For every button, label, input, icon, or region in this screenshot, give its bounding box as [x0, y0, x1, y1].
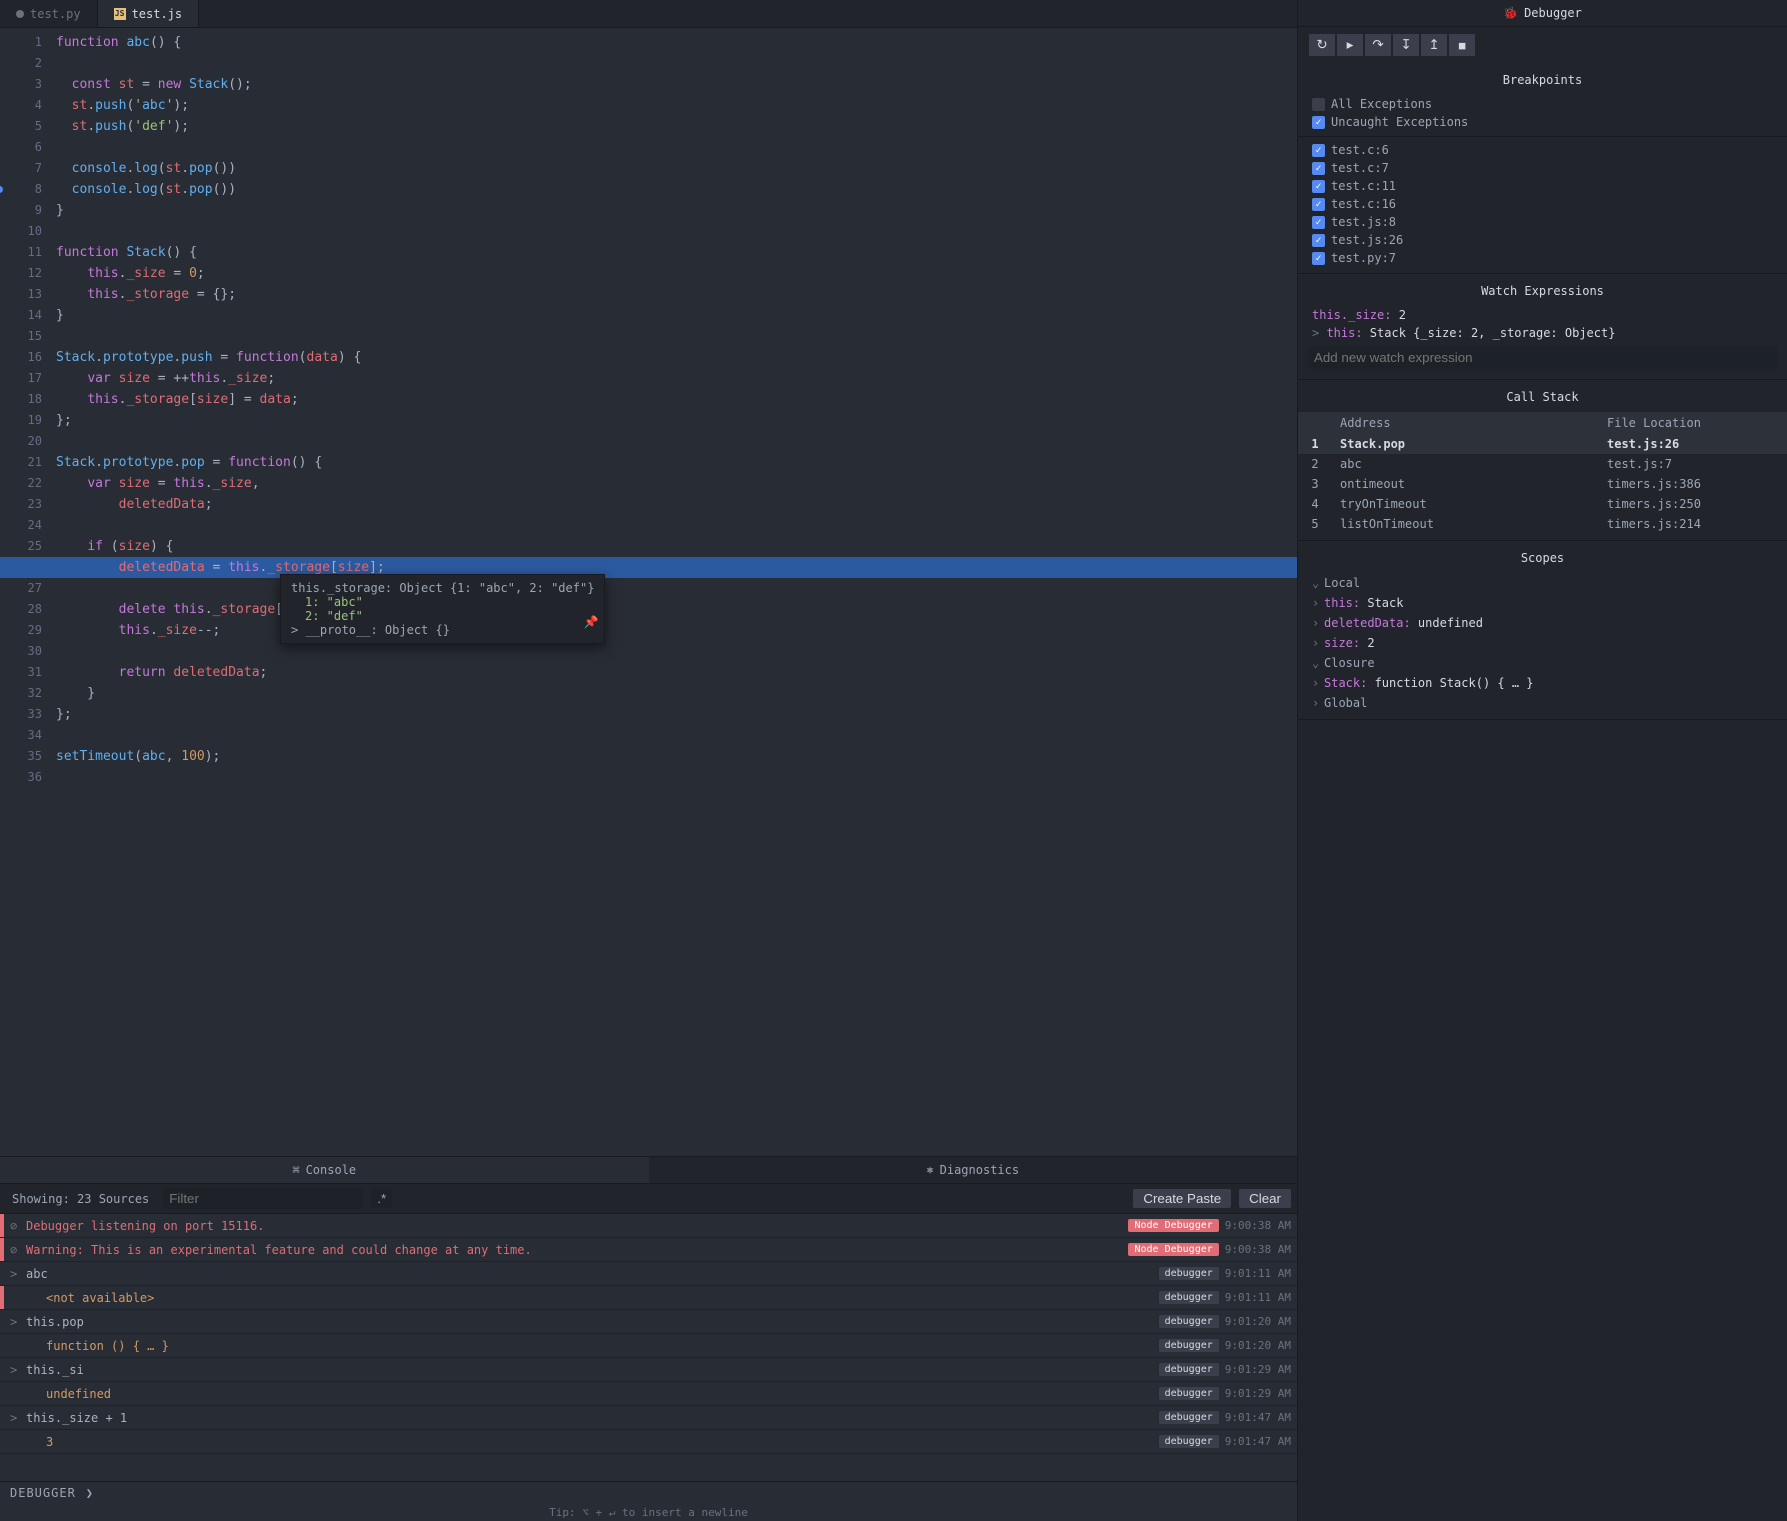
console-output[interactable]: ⊘Debugger listening on port 15116.Node D… [0, 1214, 1297, 1481]
chevron-right-icon: ❯ [86, 1486, 94, 1500]
callstack-row[interactable]: 5listOnTimeouttimers.js:214 [1298, 514, 1787, 534]
editor-tabs: test.py JS test.js [0, 0, 1297, 28]
tab-label: test.js [132, 7, 183, 21]
console-row: ⊘Debugger listening on port 15116.Node D… [0, 1214, 1297, 1238]
tab-console[interactable]: ⌘Console [0, 1157, 649, 1184]
checkbox-icon: ✓ [1312, 116, 1325, 129]
tab-test-js[interactable]: JS test.js [98, 0, 200, 27]
sources-label: Showing: 23 Sources [6, 1190, 155, 1208]
breakpoint-item[interactable]: ✓test.c:6 [1298, 141, 1787, 159]
checkbox-icon: ✓ [1312, 234, 1325, 247]
console-row: <not available>debugger9:01:11 AM [0, 1286, 1297, 1310]
watch-title: Watch Expressions [1298, 280, 1787, 306]
breakpoints-title: Breakpoints [1298, 69, 1787, 95]
watch-item[interactable]: > this: Stack {_size: 2, _storage: Objec… [1298, 324, 1787, 342]
js-icon: JS [114, 8, 126, 20]
breakpoint-item[interactable]: ✓test.c:11 [1298, 177, 1787, 195]
watch-input[interactable] [1308, 346, 1777, 369]
hover-line: 2: "def" [291, 609, 594, 623]
checkbox-icon: ✓ [1312, 144, 1325, 157]
scopes-title: Scopes [1298, 547, 1787, 573]
hover-line: > __proto__: Object {} [291, 623, 594, 637]
debugger-title: 🐞Debugger [1298, 0, 1787, 27]
tab-diagnostics[interactable]: ⎈Diagnostics [649, 1157, 1298, 1184]
create-paste-button[interactable]: Create Paste [1133, 1189, 1231, 1208]
restart-button[interactable]: ↻ [1308, 33, 1336, 57]
console-row: >this._sidebugger9:01:29 AM [0, 1358, 1297, 1382]
checkbox-icon: ✓ [1312, 180, 1325, 193]
scope-closure[interactable]: ⌄Closure [1298, 653, 1787, 673]
checkbox-icon: ✓ [1312, 198, 1325, 211]
console-row: function () { … }debugger9:01:20 AM [0, 1334, 1297, 1358]
code-area[interactable]: function abc() { const st = new Stack();… [50, 28, 1297, 1156]
debug-controls: ↻ ▸ ↷ ↧ ↥ ■ [1298, 27, 1787, 63]
code-editor[interactable]: 1234567891011121314151617181920212223242… [0, 28, 1297, 1156]
continue-button[interactable]: ▸ [1336, 33, 1364, 57]
console-row: >this._size + 1debugger9:01:47 AM [0, 1406, 1297, 1430]
stop-button[interactable]: ■ [1448, 33, 1476, 57]
clear-button[interactable]: Clear [1239, 1189, 1291, 1208]
callstack-title: Call Stack [1298, 386, 1787, 412]
tab-test-py[interactable]: test.py [0, 0, 98, 27]
tip-text: Tip: ⌥ + ↵ to insert a newline [0, 1504, 1297, 1521]
console-row: ⊘Warning: This is an experimental featur… [0, 1238, 1297, 1262]
checkbox-icon: ✓ [1312, 216, 1325, 229]
step-into-button[interactable]: ↧ [1392, 33, 1420, 57]
callstack-row[interactable]: 1Stack.poptest.js:26 [1298, 434, 1787, 454]
callstack-row[interactable]: 3ontimeouttimers.js:386 [1298, 474, 1787, 494]
checkbox-icon [1312, 98, 1325, 111]
bottom-panel: ⌘Console ⎈Diagnostics Showing: 23 Source… [0, 1156, 1297, 1521]
bug-icon: 🐞 [1503, 6, 1518, 20]
breakpoint-item[interactable]: ✓test.c:16 [1298, 195, 1787, 213]
all-exceptions-checkbox[interactable]: All Exceptions [1298, 95, 1787, 113]
callstack-row[interactable]: 2abctest.js:7 [1298, 454, 1787, 474]
pin-icon[interactable]: 📌 [583, 615, 598, 629]
breakpoint-item[interactable]: ✓test.js:26 [1298, 231, 1787, 249]
console-row: undefineddebugger9:01:29 AM [0, 1382, 1297, 1406]
debugger-panel: 🐞Debugger ↻ ▸ ↷ ↧ ↥ ■ Breakpoints All Ex… [1297, 0, 1787, 1521]
scope-var[interactable]: ›size: 2 [1298, 633, 1787, 653]
console-row: 3debugger9:01:47 AM [0, 1430, 1297, 1454]
step-out-button[interactable]: ↥ [1420, 33, 1448, 57]
tab-label: test.py [30, 7, 81, 21]
callstack-header: AddressFile Location [1298, 412, 1787, 434]
debugger-input-row[interactable]: DEBUGGER ❯ [0, 1481, 1297, 1504]
checkbox-icon: ✓ [1312, 162, 1325, 175]
scope-local[interactable]: ⌄Local [1298, 573, 1787, 593]
debugger-label: DEBUGGER [10, 1486, 76, 1500]
hover-tooltip: this._storage: Object {1: "abc", 2: "def… [280, 574, 605, 644]
regex-toggle[interactable]: .* [371, 1189, 392, 1208]
breakpoint-item[interactable]: ✓test.js:8 [1298, 213, 1787, 231]
checkbox-icon: ✓ [1312, 252, 1325, 265]
filter-input[interactable] [163, 1188, 363, 1209]
breakpoint-item[interactable]: ✓test.py:7 [1298, 249, 1787, 267]
console-row: >this.popdebugger9:01:20 AM [0, 1310, 1297, 1334]
hover-line: 1: "abc" [291, 595, 594, 609]
callstack-row[interactable]: 4tryOnTimeouttimers.js:250 [1298, 494, 1787, 514]
step-over-button[interactable]: ↷ [1364, 33, 1392, 57]
console-icon: ⌘ [292, 1163, 299, 1177]
scope-var[interactable]: ›this: Stack [1298, 593, 1787, 613]
breakpoint-item[interactable]: ✓test.c:7 [1298, 159, 1787, 177]
diagnostics-icon: ⎈ [926, 1163, 933, 1177]
dot-icon [16, 10, 24, 18]
watch-item[interactable]: this._size: 2 [1298, 306, 1787, 324]
console-row: >abcdebugger9:01:11 AM [0, 1262, 1297, 1286]
line-gutter: 1234567891011121314151617181920212223242… [0, 28, 50, 1156]
scope-var[interactable]: ›deletedData: undefined [1298, 613, 1787, 633]
scope-var[interactable]: ›Stack: function Stack() { … } [1298, 673, 1787, 693]
uncaught-exceptions-checkbox[interactable]: ✓Uncaught Exceptions [1298, 113, 1787, 131]
scope-global[interactable]: ›Global [1298, 693, 1787, 713]
hover-header: this._storage: Object {1: "abc", 2: "def… [291, 581, 594, 595]
